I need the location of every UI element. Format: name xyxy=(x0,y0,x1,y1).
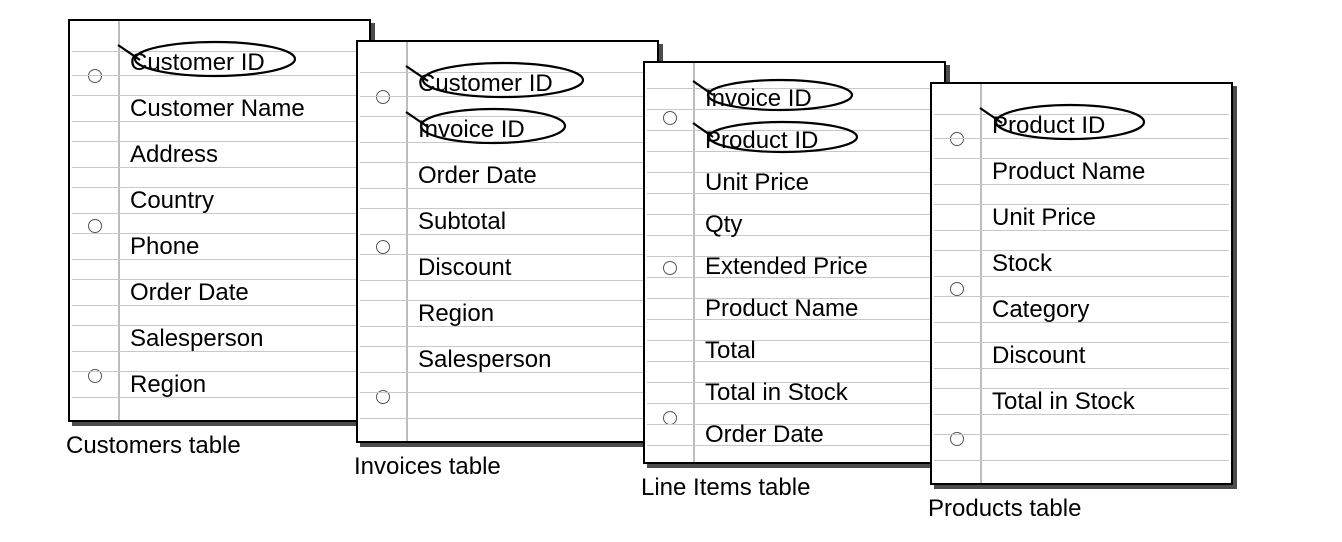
field-label: Total in Stock xyxy=(992,390,1223,414)
field-label: Product Name xyxy=(705,297,936,321)
field-label: Category xyxy=(992,298,1223,322)
field-label: Country xyxy=(130,189,361,213)
field-label: Stock xyxy=(992,252,1223,276)
punch-hole-icon xyxy=(663,261,677,275)
field-label: Invoice ID xyxy=(705,87,936,111)
field-label: Invoice ID xyxy=(418,118,649,142)
field-label: Unit Price xyxy=(992,206,1223,230)
diagram-stage: Customer ID Customer Name Address Countr… xyxy=(0,0,1342,542)
card-caption: Customers table xyxy=(66,432,241,460)
punch-hole-icon xyxy=(950,132,964,146)
card-caption: Invoices table xyxy=(354,453,501,481)
punch-hole-icon xyxy=(88,69,102,83)
field-label: Discount xyxy=(992,344,1223,368)
field-label: Product ID xyxy=(992,114,1223,138)
field-label: Subtotal xyxy=(418,210,649,234)
card-invoices: Customer ID Invoice ID Order Date Subtot… xyxy=(356,40,659,443)
field-label: Region xyxy=(418,302,649,326)
punch-hole-icon xyxy=(376,90,390,104)
field-label: Discount xyxy=(418,256,649,280)
field-label: Order Date xyxy=(705,423,936,447)
field-label: Unit Price xyxy=(705,171,936,195)
field-label: Customer ID xyxy=(418,72,649,96)
card-line-items: Invoice ID Product ID Unit Price Qty Ext… xyxy=(643,61,946,464)
field-label: Customer ID xyxy=(130,51,361,75)
punch-hole-icon xyxy=(88,219,102,233)
field-label: Qty xyxy=(705,213,936,237)
punch-hole-icon xyxy=(663,111,677,125)
field-label: Salesperson xyxy=(130,327,361,351)
notepad-margin-line xyxy=(118,21,120,420)
field-label: Customer Name xyxy=(130,97,361,121)
field-label: Salesperson xyxy=(418,348,649,372)
field-label: Total in Stock xyxy=(705,381,936,405)
field-label: Product Name xyxy=(992,160,1223,184)
notepad-margin-line xyxy=(406,42,408,441)
card-customers: Customer ID Customer Name Address Countr… xyxy=(68,19,371,422)
punch-hole-icon xyxy=(663,411,677,425)
field-label: Extended Price xyxy=(705,255,936,279)
punch-hole-icon xyxy=(376,240,390,254)
punch-hole-icon xyxy=(950,282,964,296)
field-label: Region xyxy=(130,373,361,397)
field-label: Phone xyxy=(130,235,361,259)
card-caption: Line Items table xyxy=(641,474,810,502)
card-caption: Products table xyxy=(928,495,1081,523)
field-label: Total xyxy=(705,339,936,363)
notepad-margin-line xyxy=(980,84,982,483)
field-label: Address xyxy=(130,143,361,167)
field-label: Order Date xyxy=(130,281,361,305)
field-label: Product ID xyxy=(705,129,936,153)
card-products: Product ID Product Name Unit Price Stock… xyxy=(930,82,1233,485)
field-label: Order Date xyxy=(418,164,649,188)
